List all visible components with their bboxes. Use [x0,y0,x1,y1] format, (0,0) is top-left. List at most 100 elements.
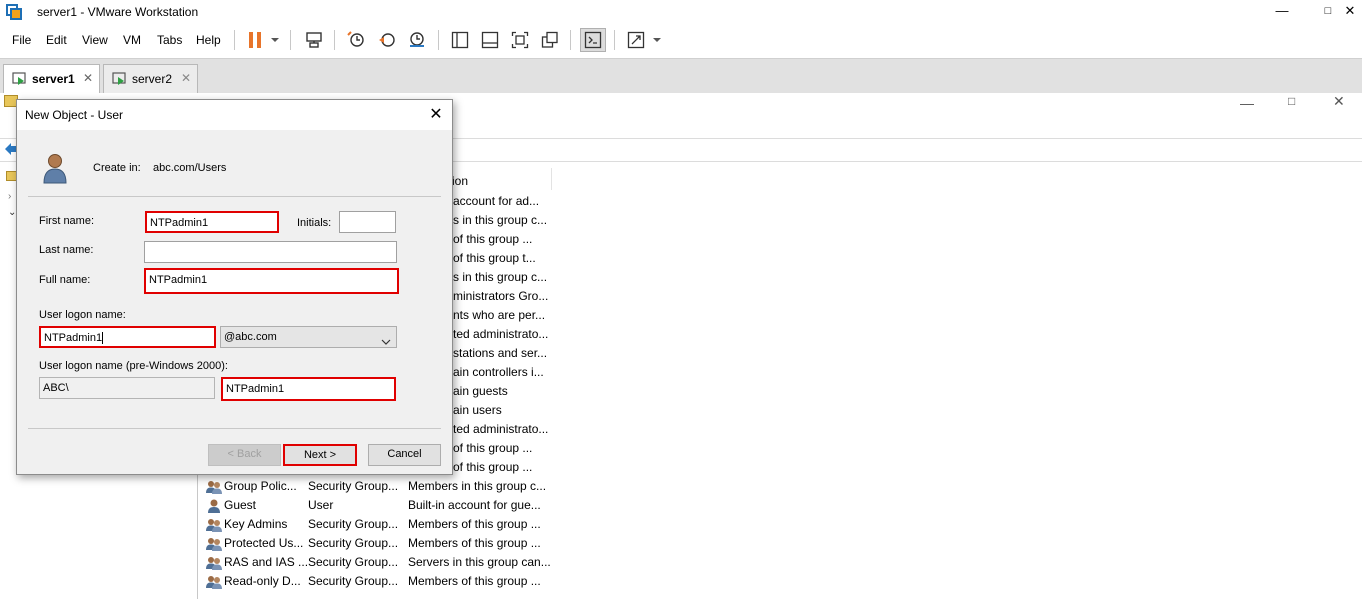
dialog-titlebar: New Object - User ✕ [17,100,452,130]
divider [28,428,441,429]
list-item-partial-description[interactable]: of this group ... [453,439,532,458]
dialog-close-icon[interactable]: ✕ [425,105,447,125]
first-name-field[interactable]: NTPadmin1 [145,211,279,233]
toolbar-separator [334,30,335,50]
guest-maximize-button[interactable]: □ [1288,94,1295,108]
stretch-guest-icon[interactable] [623,28,649,52]
tab-server2[interactable]: server2 ✕ [103,64,198,93]
domain-value: @abc.com [224,331,277,343]
menu-edit[interactable]: Edit [46,33,67,47]
list-item-partial-description[interactable]: ted administrato... [453,420,548,439]
chevron-right-icon[interactable]: › [8,191,11,202]
domain-select[interactable]: @abc.com [220,326,397,348]
logon-name-field[interactable]: NTPadmin1 [39,326,216,348]
console-view-icon[interactable] [580,28,606,52]
menu-file[interactable]: File [12,33,31,47]
cell-description: Built-in account for gue... [408,498,541,512]
create-in-value: abc.com/Users [153,162,227,174]
close-button[interactable]: ✕ [1338,2,1362,20]
app-title: server1 - VMware Workstation [37,5,199,19]
toolbar-separator [290,30,291,50]
thumbnail-bar-icon[interactable] [477,28,503,52]
list-item-partial-description[interactable]: ain guests [453,382,508,401]
guest-close-button[interactable]: ✕ [1333,93,1345,110]
tab-close-icon[interactable]: ✕ [181,71,191,85]
cell-description: Members of this group ... [408,574,541,588]
cell-description: Members of this group ... [408,517,541,531]
menu-tabs[interactable]: Tabs [157,33,182,47]
minimize-button[interactable]: — [1270,2,1294,20]
table-row[interactable]: Key Admins Security Group... Members of th… [206,515,551,534]
list-item-partial-description[interactable]: of this group ... [453,230,532,249]
table-row[interactable]: Guest User Built-in account for gue... [206,496,551,515]
user-icon [43,152,67,187]
full-name-field[interactable]: NTPadmin1 [144,268,399,294]
table-row[interactable]: Protected Us... Security Group... Members … [206,534,551,553]
table-row[interactable]: RAS and IAS ... Security Group... Servers … [206,553,551,572]
menu-help[interactable]: Help [196,33,221,47]
list-item-partial-description[interactable]: ted administrato... [453,325,548,344]
snapshot-icon[interactable] [343,28,369,52]
guest-minimize-button[interactable]: — [1240,95,1254,111]
cell-description: Members in this group c... [408,479,547,493]
list-item-partial-description[interactable]: of this group ... [453,458,532,477]
new-object-user-dialog: New Object - User ✕ Create in: abc.com/U… [16,99,453,475]
back-button[interactable]: < Back [208,444,281,466]
snapshot-manager-icon[interactable] [404,28,430,52]
table-row[interactable]: Group Polic... Security Group... Members i… [206,477,551,496]
last-name-field[interactable] [144,241,397,263]
tab-close-icon[interactable]: ✕ [83,71,93,85]
menu-vm[interactable]: VM [123,33,141,47]
chevron-down-icon[interactable] [648,28,666,52]
first-name-label: First name: [39,215,95,227]
pause-icon[interactable] [242,28,268,52]
maximize-button[interactable]: □ [1316,2,1340,20]
unity-icon[interactable] [537,28,563,52]
cancel-button[interactable]: Cancel [368,444,441,466]
list-item-partial-description[interactable]: s in this group c... [453,211,547,230]
app-titlebar: server1 - VMware Workstation — □ ✕ [0,0,1362,24]
divider [28,196,441,197]
list-item-partial-description[interactable]: nts who are per... [453,306,545,325]
list-item-partial-description[interactable]: s in this group c... [453,268,547,287]
group-icon [206,536,222,552]
full-screen-icon[interactable] [507,28,533,52]
list-item-partial-description[interactable]: stations and ser... [453,344,547,363]
column-header-description[interactable]: ion [452,174,468,188]
prewin-domain-field: ABC\ [39,377,215,399]
text-cursor [102,332,104,345]
menu-bar: File Edit View VM Tabs Help [0,26,1362,56]
initials-field[interactable] [339,211,396,233]
table-row[interactable]: Read-only D... Security Group... Members o… [206,572,551,591]
logon-name-label: User logon name: [39,309,126,321]
group-icon [206,574,222,590]
send-ctrl-alt-del-icon[interactable] [301,28,327,52]
list-item-partial-description[interactable]: of this group t... [453,249,536,268]
cell-type: Security Group... [308,555,399,569]
group-icon [206,479,222,495]
menu-view[interactable]: View [82,33,108,47]
prewin-logon-field[interactable]: NTPadmin1 [221,377,396,401]
list-item-partial-description[interactable]: account for ad... [453,192,539,211]
cell-description: Servers in this group can... [408,555,551,569]
revert-snapshot-icon[interactable] [374,28,400,52]
cell-type: User [308,498,334,512]
toolbar-separator [570,30,571,50]
cell-name: Key Admins [224,517,288,531]
user-icon [206,498,222,514]
toolbar-separator [614,30,615,50]
cell-name: Group Polic... [224,479,297,493]
cell-name: Protected Us... [224,536,304,550]
next-button[interactable]: Next > [283,444,357,466]
vmware-logo-icon [6,4,22,20]
chevron-down-icon[interactable] [266,28,284,52]
column-divider [551,168,552,190]
tree-pane: › ⌄ [0,165,18,225]
list-item-partial-description[interactable]: ministrators Gro... [453,287,548,306]
cell-name: Guest [224,498,257,512]
toolbar-separator [438,30,439,50]
show-library-icon[interactable] [447,28,473,52]
tab-server1[interactable]: server1 ✕ [3,64,100,93]
list-item-partial-description[interactable]: ain controllers i... [453,363,544,382]
list-item-partial-description[interactable]: ain users [453,401,502,420]
